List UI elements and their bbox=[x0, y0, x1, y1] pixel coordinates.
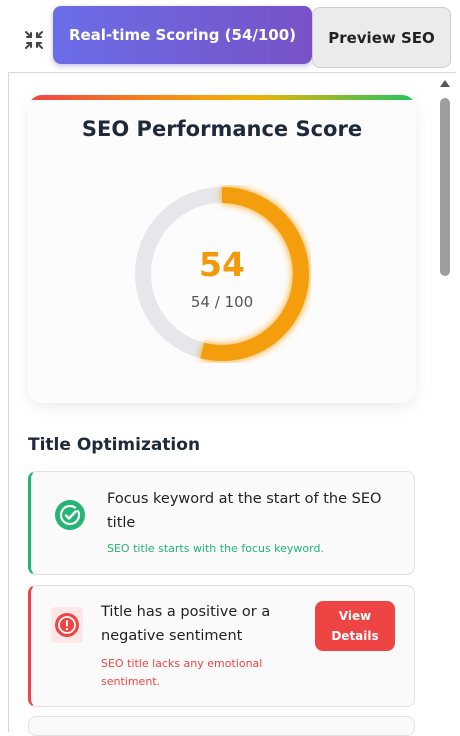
tab-preview-seo[interactable]: Preview SEO bbox=[312, 7, 451, 68]
tab-realtime-scoring[interactable]: Real-time Scoring (54/100) bbox=[53, 6, 312, 64]
scrollbar[interactable] bbox=[436, 78, 454, 720]
score-value: 54 bbox=[199, 245, 245, 284]
scroll-up-arrow-icon[interactable] bbox=[440, 80, 450, 87]
top-toolbar: Real-time Scoring (54/100) Preview SEO bbox=[0, 0, 460, 72]
check-description: SEO title starts with the focus keyword. bbox=[107, 542, 324, 555]
collapse-arrows-icon bbox=[25, 31, 43, 49]
alert-circle-icon bbox=[55, 613, 79, 637]
scroll-thumb[interactable] bbox=[440, 98, 450, 276]
check-description: SEO title lacks any emotional sentiment. bbox=[101, 657, 263, 688]
check-title: Focus keyword at the start of the SEO ti… bbox=[107, 491, 382, 531]
section-title-title-optimization: Title Optimization bbox=[28, 435, 201, 455]
collapse-button[interactable] bbox=[20, 26, 48, 54]
check-circle-icon bbox=[55, 500, 85, 530]
check-card-title-sentiment: Title has a positive or a negative senti… bbox=[28, 585, 415, 707]
view-details-button[interactable]: View Details bbox=[315, 601, 395, 651]
check-card-focus-keyword: Focus keyword at the start of the SEO ti… bbox=[28, 471, 415, 575]
next-check-card-partial bbox=[28, 716, 415, 736]
alert-icon-badge bbox=[51, 607, 83, 643]
seo-score-card: SEO Performance Score 54 54 / 100 bbox=[28, 95, 416, 403]
score-fraction: 54 / 100 bbox=[190, 293, 254, 311]
score-gradient-bar bbox=[28, 95, 416, 100]
check-title: Title has a positive or a negative senti… bbox=[101, 604, 271, 644]
score-card-title: SEO Performance Score bbox=[81, 117, 363, 141]
